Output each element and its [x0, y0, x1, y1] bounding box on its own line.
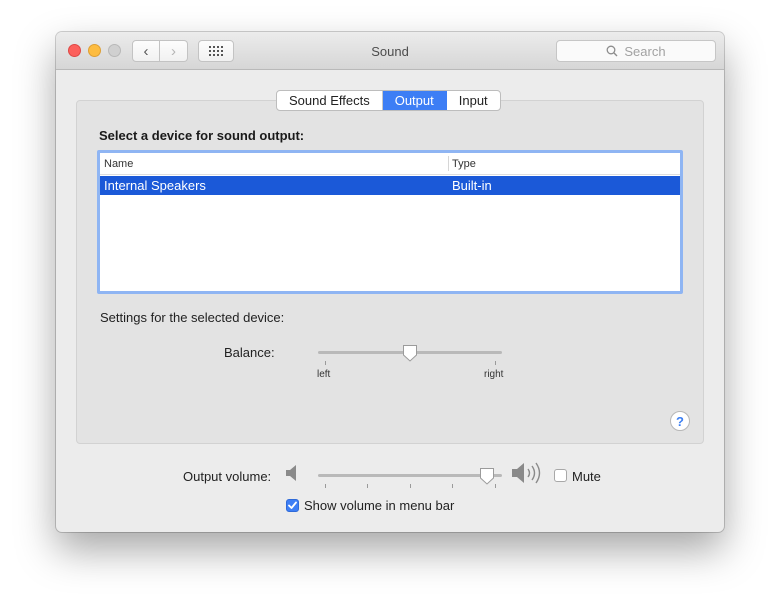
volume-tick: [410, 484, 411, 488]
show-volume-label[interactable]: Show volume in menu bar: [304, 498, 454, 513]
search-field[interactable]: Search: [556, 40, 716, 62]
help-icon: ?: [676, 413, 684, 429]
volume-tick: [325, 484, 326, 488]
output-volume-label: Output volume:: [183, 469, 272, 484]
title-bar: ‹ › Sound Search: [56, 32, 724, 70]
balance-slider-thumb[interactable]: [402, 344, 418, 362]
output-device-table[interactable]: Name Type Internal Speakers Built-in: [97, 150, 683, 294]
volume-tick: [452, 484, 453, 488]
volume-slider-track[interactable]: [318, 474, 502, 477]
settings-label: Settings for the selected device:: [100, 310, 285, 325]
tab-input[interactable]: Input: [447, 91, 500, 110]
column-header-name[interactable]: Name: [104, 158, 133, 170]
table-header: Name Type: [100, 153, 680, 175]
tab-sound-effects[interactable]: Sound Effects: [277, 91, 383, 110]
mute-label[interactable]: Mute: [572, 469, 601, 484]
balance-label: Balance:: [224, 345, 275, 360]
device-name: Internal Speakers: [104, 178, 206, 193]
volume-slider-thumb[interactable]: [479, 467, 495, 485]
balance-tick-left: [325, 361, 326, 365]
speaker-high-icon: [512, 462, 541, 484]
sound-preferences-window: ‹ › Sound Search Sound Effects Output In…: [56, 32, 724, 532]
help-button[interactable]: ?: [670, 411, 690, 431]
checkmark-icon: [288, 501, 297, 509]
tab-output[interactable]: Output: [382, 91, 447, 110]
speaker-low-icon: [286, 465, 296, 481]
device-list-heading: Select a device for sound output:: [99, 128, 305, 143]
search-icon: [606, 45, 618, 57]
mute-checkbox[interactable]: [554, 469, 567, 482]
device-type: Built-in: [452, 178, 492, 193]
tab-bar: Sound Effects Output Input: [276, 90, 501, 111]
show-volume-checkbox[interactable]: [286, 499, 299, 512]
balance-right-label: right: [484, 369, 504, 380]
column-header-type[interactable]: Type: [452, 158, 476, 170]
search-placeholder: Search: [624, 43, 666, 59]
balance-tick-right: [495, 361, 496, 365]
column-divider: [448, 156, 449, 171]
balance-left-label: left: [317, 369, 331, 380]
table-row[interactable]: Internal Speakers Built-in: [100, 176, 680, 195]
volume-tick: [367, 484, 368, 488]
